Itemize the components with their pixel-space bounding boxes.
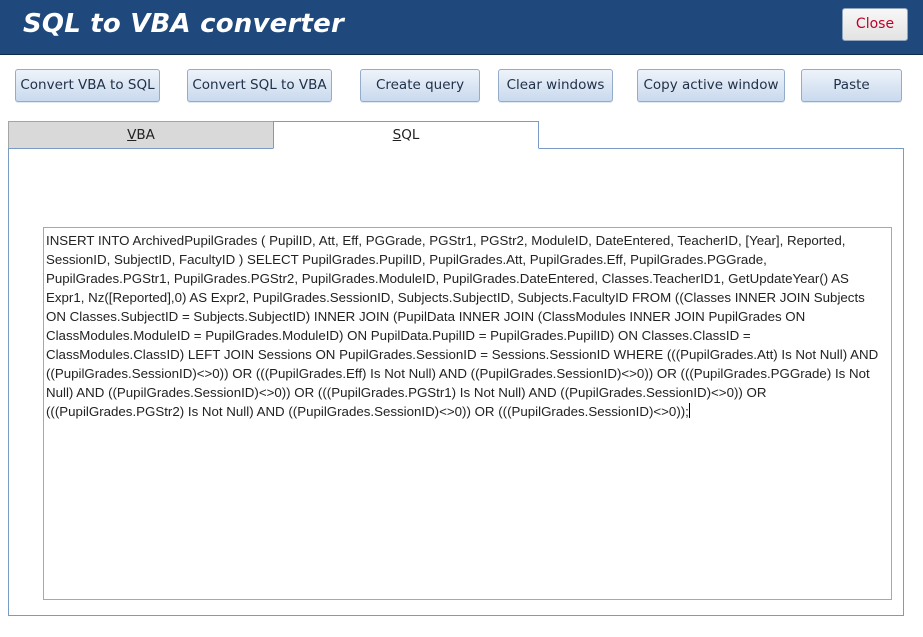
tab-vba-accel: V <box>127 127 137 143</box>
paste-button[interactable]: Paste <box>801 69 902 102</box>
create-query-button[interactable]: Create query <box>360 69 480 102</box>
app-title: SQL to VBA converter <box>23 9 344 39</box>
convert-sql-to-vba-button[interactable]: Convert SQL to VBA <box>187 69 332 102</box>
tab-vba[interactable]: VBA <box>8 121 274 149</box>
sql-text: INSERT INTO ArchivedPupilGrades ( PupilI… <box>46 233 882 419</box>
tab-sql-accel: S <box>392 127 402 143</box>
text-caret <box>688 403 690 418</box>
title-bar: SQL to VBA converter Close <box>0 0 923 55</box>
tab-sql[interactable]: SQL <box>273 121 539 149</box>
tab-sql-label: QL <box>401 127 420 143</box>
clear-windows-button[interactable]: Clear windows <box>498 69 613 102</box>
convert-vba-to-sql-button[interactable]: Convert VBA to SQL <box>15 69 160 102</box>
copy-active-window-button[interactable]: Copy active window <box>637 69 785 102</box>
tab-vba-label: BA <box>136 127 155 143</box>
sql-text-area[interactable]: INSERT INTO ArchivedPupilGrades ( PupilI… <box>43 227 892 600</box>
close-button[interactable]: Close <box>842 8 908 41</box>
